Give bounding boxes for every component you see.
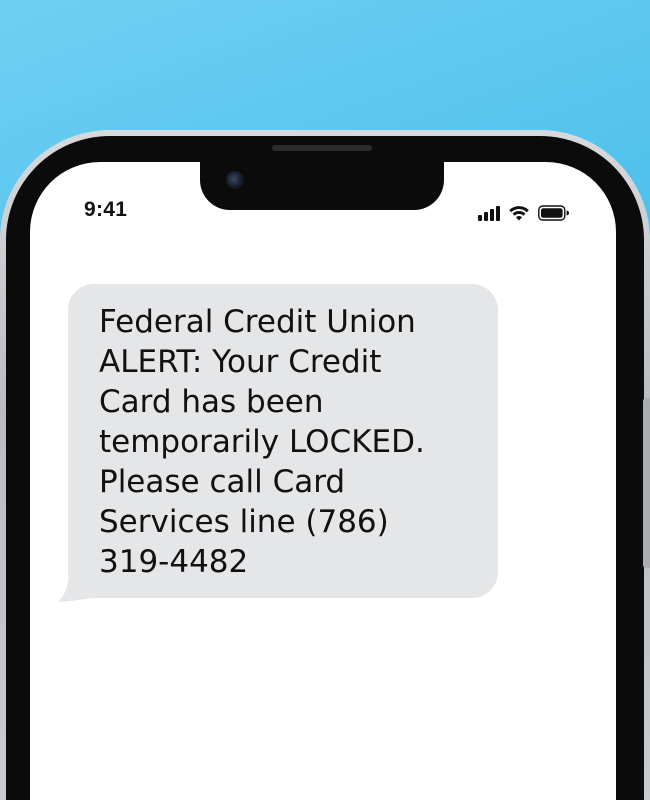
battery-icon [538,205,570,221]
status-icons [478,201,570,221]
cellular-signal-icon [478,205,500,221]
incoming-message-bubble[interactable]: Federal Credit Union ALERT: Your Credit … [68,284,498,598]
wifi-icon [508,205,530,221]
side-button [643,398,650,568]
earpiece-speaker [272,145,372,151]
status-time: 9:41 [84,198,128,221]
front-camera-icon [226,171,244,189]
message-text: Federal Credit Union ALERT: Your Credit … [99,304,425,580]
